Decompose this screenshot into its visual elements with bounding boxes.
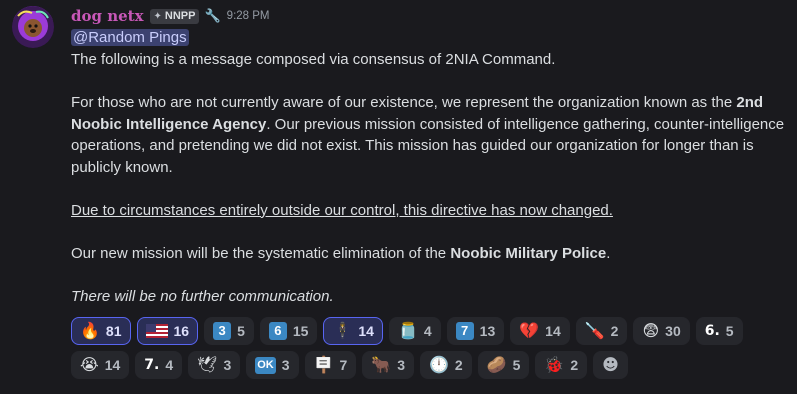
- server-tag-label: NNPP: [164, 10, 196, 22]
- reaction-count: 81: [105, 323, 122, 339]
- reaction-count: 30: [665, 323, 681, 339]
- bug-icon: 🐞: [544, 355, 565, 374]
- message-paragraph: Our new mission will be the systematic e…: [71, 243, 787, 265]
- reaction-button[interactable]: 🕴 14: [323, 317, 383, 345]
- wrench-icon: 🔧: [204, 8, 221, 23]
- reaction-button[interactable]: 🕛 2: [419, 351, 472, 379]
- reaction-button[interactable]: 💔 14: [510, 317, 570, 345]
- reaction-count: 14: [545, 323, 561, 339]
- reaction-button[interactable]: OK 3: [246, 351, 299, 379]
- text-span: Our new mission will be the systematic e…: [71, 244, 451, 262]
- reaction-count: 16: [173, 323, 190, 339]
- digit-6-icon: 6.: [704, 323, 720, 339]
- server-tag[interactable]: ✦ NNPP: [149, 8, 200, 24]
- keycap-7-icon: 7: [455, 322, 474, 340]
- username[interactable]: dog netx: [71, 7, 144, 25]
- message-body: The following is a message composed via …: [71, 49, 787, 307]
- reaction-count: 14: [104, 357, 121, 373]
- keycap-6-icon: 6: [268, 322, 287, 340]
- message-header: dog netx ✦ NNPP 🔧 9:28 PM: [71, 6, 787, 26]
- dove-icon: 🕊: [197, 355, 218, 374]
- screwdriver-icon: 🪛: [584, 321, 605, 340]
- timestamp[interactable]: 9:28 PM: [227, 10, 270, 22]
- reaction-count: 4: [423, 323, 432, 339]
- fire-icon: 🔥: [80, 321, 100, 340]
- reaction-count: 2: [454, 357, 463, 373]
- reaction-button[interactable]: 7 13: [446, 317, 505, 345]
- bread-icon: 🥔: [486, 355, 507, 374]
- message-paragraph: For those who are not currently aware of…: [71, 92, 787, 178]
- bold-text: Noobic Military Police: [450, 244, 607, 262]
- ok-button-icon: OK: [255, 356, 276, 374]
- role-mention[interactable]: @Random Pings: [71, 29, 189, 46]
- reaction-button[interactable]: 🕊 3: [188, 351, 241, 379]
- custom-sign-icon: 🪧: [313, 355, 334, 374]
- reaction-button[interactable]: 🪛 2: [575, 317, 628, 345]
- reaction-button[interactable]: 🐂 3: [362, 351, 414, 379]
- reaction-count: 2: [570, 357, 579, 373]
- reaction-button[interactable]: 6 15: [259, 317, 318, 345]
- reaction-count: 3: [397, 357, 405, 373]
- italic-text: There will be no further communication.: [71, 287, 334, 305]
- smiley-icon: ☻: [602, 355, 619, 374]
- reaction-count: 7: [339, 357, 348, 373]
- reaction-button[interactable]: 35: [204, 317, 254, 345]
- keycap-3-icon: 3: [213, 322, 232, 340]
- diamond-icon: ✦: [153, 10, 162, 22]
- bull-icon: 🐂: [371, 355, 392, 374]
- reaction-button[interactable]: 😨 30: [633, 317, 690, 345]
- avatar[interactable]: [12, 6, 54, 48]
- reaction-count: 15: [292, 323, 309, 339]
- add-reaction-button[interactable]: ☻: [593, 351, 628, 379]
- reaction-button[interactable]: 🐞 2: [535, 351, 588, 379]
- sobbing-face-icon: 😭: [80, 355, 99, 374]
- fearful-face-icon: 😨: [642, 321, 660, 340]
- underlined-paragraph: Due to circumstances entirely outside ou…: [71, 201, 613, 219]
- avatar-image: [12, 6, 54, 48]
- reaction-button[interactable]: 6. 5: [695, 317, 743, 345]
- digit-7-icon: 7.: [144, 357, 160, 373]
- reaction-count: 4: [165, 357, 174, 373]
- message-line: The following is a message composed via …: [71, 51, 556, 68]
- reaction-button[interactable]: 🔥 81: [71, 317, 131, 345]
- reaction-button[interactable]: 7. 4: [135, 351, 183, 379]
- italic-paragraph: There will be no further communication.: [71, 286, 787, 308]
- broken-heart-icon: 💔: [519, 321, 540, 340]
- reaction-button[interactable]: 🫙 4: [388, 317, 441, 345]
- jar-icon: 🫙: [397, 321, 418, 340]
- chat-message: dog netx ✦ NNPP 🔧 9:28 PM @Random Pings …: [0, 0, 797, 394]
- reaction-count: 2: [610, 323, 619, 339]
- reaction-button[interactable]: 🪧 7: [304, 351, 357, 379]
- reaction-count: 3: [281, 357, 290, 373]
- reaction-count: 5: [512, 357, 521, 373]
- reaction-count: 5: [237, 323, 245, 339]
- reaction-count: 13: [479, 323, 496, 339]
- custom-portrait-icon: 🕴: [332, 321, 353, 340]
- reaction-button[interactable]: 🥔 5: [477, 351, 530, 379]
- text-span: .: [606, 244, 611, 262]
- reactions-bar: 🔥 81 16 3 5 6 15 🕴 14 🫙 4 7 13 💔 14 🪛 2 😨 30 6. 5 😭 14 7. 4 🕊 3 OK 3…: [71, 317, 751, 379]
- reaction-button[interactable]: 😭 14: [71, 351, 130, 379]
- reaction-button[interactable]: 16: [136, 317, 199, 345]
- us-flag-icon: [145, 324, 168, 338]
- reaction-count: 3: [223, 357, 232, 373]
- reaction-count: 5: [725, 323, 734, 339]
- text-span: For those who are not currently aware of…: [71, 94, 737, 111]
- reaction-count: 14: [358, 323, 374, 339]
- clock-icon: 🕛: [428, 355, 449, 374]
